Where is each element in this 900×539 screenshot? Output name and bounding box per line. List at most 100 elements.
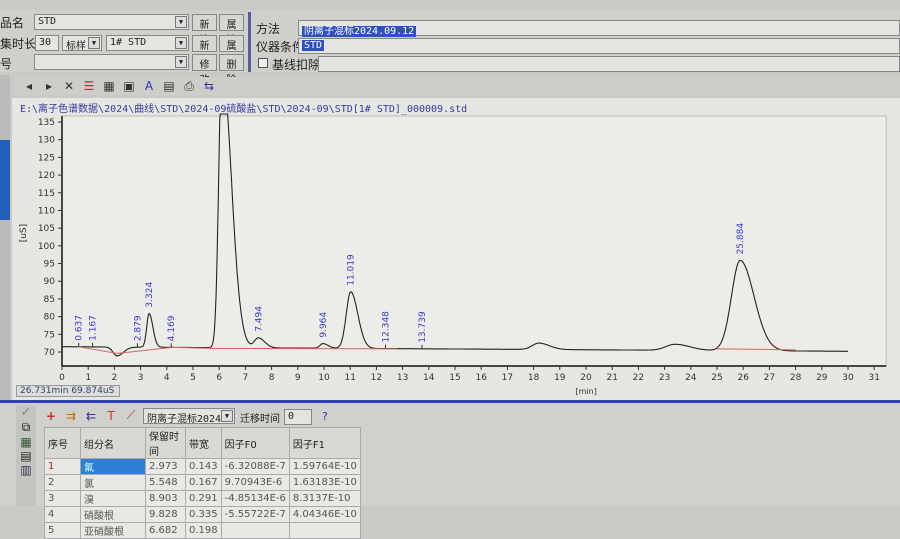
x-tick-label: 16: [475, 373, 487, 383]
preview-icon[interactable]: ▤: [162, 79, 176, 93]
table-row[interactable]: 1 氟 2.973 0.143 -6.32088E-7 1.59764E-10: [44, 458, 361, 475]
table-cell[interactable]: 亚硝酸根: [80, 522, 146, 539]
table-cell[interactable]: 5.548: [145, 474, 186, 491]
x-tick-label: 7: [243, 373, 249, 383]
properties-button-2[interactable]: 属性: [219, 35, 244, 67]
sample-name-label: 品名: [0, 16, 25, 30]
table-cell[interactable]: 氟: [80, 458, 146, 475]
table-cell[interactable]: 4.04346E-10: [288, 506, 361, 523]
table-cell[interactable]: 9.828: [145, 506, 186, 523]
properties-button-1[interactable]: 属性: [219, 14, 244, 46]
table-cell[interactable]: 0.291: [185, 490, 222, 507]
table-row[interactable]: 4 硝酸根 9.828 0.335 -5.55722E-7 4.04346E-10: [44, 506, 361, 523]
new-button-2[interactable]: 新建: [192, 35, 217, 67]
table-cell[interactable]: 硝酸根: [80, 506, 146, 523]
insert-icon[interactable]: ⇉: [64, 409, 78, 423]
table-cell[interactable]: 0.335: [185, 506, 222, 523]
chart-icon[interactable]: ▥: [16, 463, 36, 477]
check-icon[interactable]: ✓: [16, 405, 36, 420]
x-tick-label: 27: [764, 373, 775, 383]
x-tick-label: 14: [423, 373, 435, 383]
table-cell[interactable]: 溴: [80, 490, 146, 507]
column-header[interactable]: 序号: [44, 427, 81, 459]
table-cell[interactable]: 1.59764E-10: [288, 458, 361, 475]
table-cell[interactable]: 1.63183E-10: [288, 474, 361, 491]
chevron-down-icon[interactable]: ▼: [175, 56, 187, 68]
text-icon[interactable]: A: [142, 79, 156, 93]
grid-icon[interactable]: ▦: [16, 435, 36, 449]
table-cell[interactable]: 1: [44, 458, 81, 475]
back-icon[interactable]: ◂: [22, 79, 36, 93]
table-row[interactable]: 2 氯 5.548 0.167 9.70943E-6 1.63183E-10: [44, 474, 361, 491]
table-cell[interactable]: 8.903: [145, 490, 186, 507]
table-cell[interactable]: -4.85134E-6: [220, 490, 290, 507]
column-header[interactable]: 保留时间: [145, 427, 186, 459]
chevron-down-icon[interactable]: ▼: [88, 37, 100, 49]
save-icon[interactable]: ▣: [122, 79, 136, 93]
help-button[interactable]: ?: [322, 410, 328, 423]
remove-icon[interactable]: ⇇: [84, 409, 98, 423]
baseline-field[interactable]: [318, 56, 900, 72]
table-cell[interactable]: 9.70943E-6: [220, 474, 290, 491]
copy-icon[interactable]: ⧉: [16, 420, 36, 435]
table-cell[interactable]: 2.973: [145, 458, 186, 475]
number-select[interactable]: ▼: [34, 54, 189, 70]
edit-button[interactable]: 修改: [192, 54, 217, 86]
offset-input[interactable]: 0: [284, 409, 312, 425]
text-icon[interactable]: T: [104, 409, 118, 423]
print-icon[interactable]: ⎙: [182, 79, 196, 94]
table-cell[interactable]: 0.167: [185, 474, 222, 491]
type-select[interactable]: 标样 ▼: [62, 35, 102, 52]
column-header[interactable]: 因子F0: [220, 427, 290, 459]
y-tick-label: 75: [44, 330, 55, 340]
table-cell[interactable]: 4: [44, 506, 81, 523]
method-select-value: 阴离子混标2024: [147, 414, 222, 425]
add-icon[interactable]: +: [44, 409, 58, 423]
table-cell[interactable]: 2: [44, 474, 81, 491]
side-panel: [0, 75, 10, 400]
table-cell[interactable]: 0.143: [185, 458, 222, 475]
chevron-down-icon[interactable]: ▼: [175, 16, 187, 28]
number-label: 号: [0, 57, 13, 71]
chevron-down-icon[interactable]: ▼: [221, 410, 233, 422]
method-field[interactable]: 阴离子混标2024.09.12: [298, 20, 900, 37]
instrument-field[interactable]: STD: [298, 38, 900, 54]
delete-button[interactable]: 删除: [219, 54, 244, 86]
table-row[interactable]: 3 溴 8.903 0.291 -4.85134E-6 8.3137E-10: [44, 490, 361, 507]
duration-input[interactable]: 30: [35, 35, 59, 51]
peak-label: 12.348: [382, 311, 392, 343]
table-row[interactable]: 5 亚硝酸根 6.682 0.198: [44, 522, 361, 539]
table-cell[interactable]: 3: [44, 490, 81, 507]
x-axis-label: [min]: [576, 387, 597, 396]
settings-icon[interactable]: ⇆: [202, 79, 216, 93]
close-icon[interactable]: ✕: [62, 79, 76, 93]
doc-icon[interactable]: ▤: [16, 449, 36, 463]
sample-name-select[interactable]: STD ▼: [34, 14, 189, 30]
table-cell[interactable]: 0.198: [185, 522, 222, 539]
table-cell[interactable]: -5.55722E-7: [220, 506, 290, 523]
side-tab[interactable]: [0, 140, 10, 220]
table-cell[interactable]: [288, 522, 361, 539]
table-cell[interactable]: 氯: [80, 474, 146, 491]
method-select[interactable]: 阴离子混标2024 ▼: [143, 408, 235, 425]
chromatogram-chart[interactable]: 7075808590951001051101151201251301350 1 2 3…: [12, 112, 900, 402]
column-header[interactable]: 组分名: [80, 427, 146, 459]
column-header[interactable]: 因子F1: [288, 427, 361, 459]
baseline-checkbox[interactable]: [258, 58, 268, 68]
x-tick-label: 21: [606, 373, 617, 383]
column-header[interactable]: 带宽: [185, 427, 222, 459]
curve-icon[interactable]: ⟋: [124, 408, 138, 423]
table-cell[interactable]: -6.32088E-7: [220, 458, 290, 475]
y-tick-label: 95: [44, 260, 55, 270]
table-cell[interactable]: 6.682: [145, 522, 186, 539]
table-cell[interactable]: 8.3137E-10: [288, 490, 361, 507]
forward-icon[interactable]: ▸: [42, 79, 56, 93]
table-cell[interactable]: [220, 522, 290, 539]
grid-icon[interactable]: ▦: [102, 79, 116, 93]
chevron-down-icon[interactable]: ▼: [175, 37, 187, 49]
table-cell[interactable]: 5: [44, 522, 81, 539]
standard-select[interactable]: 1# STD ▼: [106, 35, 189, 51]
new-button-1[interactable]: 新建: [192, 14, 217, 46]
x-tick-label: 8: [269, 373, 275, 383]
list-icon[interactable]: ☰: [82, 79, 96, 93]
